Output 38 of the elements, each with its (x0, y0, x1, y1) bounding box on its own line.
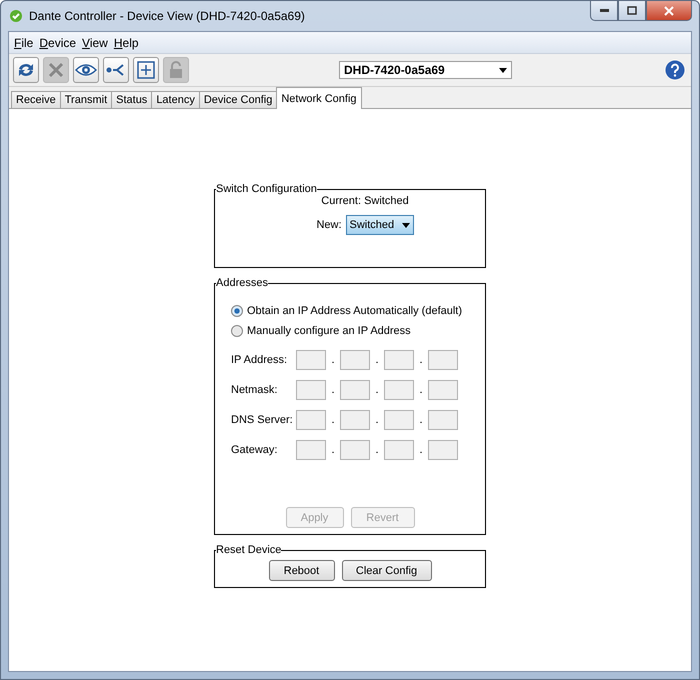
tab[interactable]: Status (111, 91, 152, 109)
menu-item[interactable]: Device (36, 36, 80, 50)
octet-separator: . (330, 414, 336, 426)
group-title: Addresses (216, 277, 268, 289)
octet-separator: . (374, 384, 380, 396)
tab[interactable]: Latency (151, 91, 200, 109)
octet-separator: . (418, 384, 424, 396)
tab[interactable]: Device Config (198, 91, 278, 109)
reboot-button[interactable]: Reboot (268, 560, 334, 581)
radio-option[interactable]: Manually configure an IP Address (231, 325, 481, 337)
new-label: New: (316, 219, 342, 231)
group-title: Reset Device (216, 544, 282, 556)
octet-separator: . (374, 414, 380, 426)
octet-separator: . (418, 414, 424, 426)
menu-item[interactable]: Help (110, 36, 142, 50)
current-mode-text: Current: Switched (321, 195, 409, 207)
field-label: DNS Server: (231, 414, 294, 426)
octet-separator: . (418, 444, 424, 456)
clear-config-button[interactable]: Clear Config (342, 560, 432, 581)
field-label: Gateway: (231, 444, 278, 456)
octet-separator: . (374, 444, 380, 456)
window-title: Dante Controller - Device View (DHD-7420-0a5a69) (29, 9, 305, 23)
field-label: Netmask: (231, 384, 278, 396)
tab[interactable]: Network Config (276, 87, 362, 109)
field-label: IP Address: (231, 354, 288, 366)
menu-item[interactable]: View (79, 36, 111, 50)
tab[interactable]: Transmit (60, 91, 112, 109)
octet-separator: . (330, 354, 336, 366)
radio-label: Manually configure an IP Address (247, 325, 411, 337)
octet-separator: . (418, 354, 424, 366)
device-select[interactable]: DHD-7420-0a5a69 (339, 61, 512, 79)
menu-item[interactable]: File (11, 36, 36, 50)
octet-separator: . (374, 354, 380, 366)
octet-separator: . (330, 444, 336, 456)
octet-separator: . (330, 384, 336, 396)
tab[interactable]: Receive (11, 91, 61, 109)
mode-dropdown[interactable]: Switched (346, 215, 414, 235)
group-title: Switch Configuration (216, 183, 317, 195)
